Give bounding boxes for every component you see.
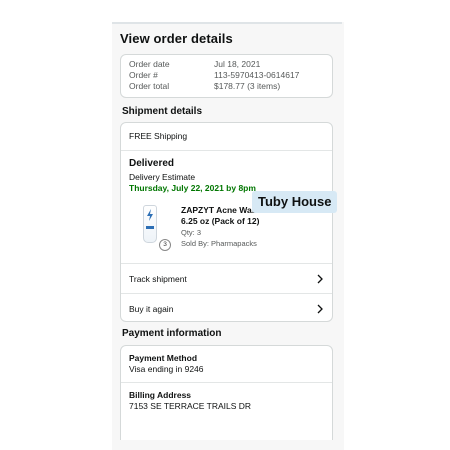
billing-address-row: Billing Address 7153 SE TERRACE TRAILS D… xyxy=(121,383,332,423)
lightning-bolt-icon xyxy=(147,209,153,221)
order-date-row: Order date Jul 18, 2021 xyxy=(129,59,324,70)
product-tube-graphic xyxy=(143,205,157,243)
bottom-edge xyxy=(112,440,344,450)
product-seller: Sold By: Pharmapacks xyxy=(181,239,257,248)
shipment-section-title: Shipment details xyxy=(122,106,203,117)
payment-card: Payment Method Visa ending in 9246 Billi… xyxy=(120,345,333,450)
track-shipment-label: Track shipment xyxy=(129,273,187,284)
chevron-right-icon xyxy=(317,274,323,283)
delivery-status: Delivered xyxy=(129,158,175,169)
order-number-value: 113-5970413-0614617 xyxy=(214,70,300,80)
order-date-label: Order date xyxy=(129,59,170,69)
product-quantity: Qty: 3 xyxy=(181,228,202,237)
quantity-badge: 3 xyxy=(159,239,171,251)
buy-again-label: Buy it again xyxy=(129,304,174,314)
payment-method-value: Visa ending in 9246 xyxy=(129,364,204,374)
buy-again-row[interactable]: Buy it again xyxy=(121,294,332,324)
payment-method-label: Payment Method xyxy=(129,353,198,363)
order-total-row: Order total $178.77 (3 items) xyxy=(129,81,324,92)
shipping-type: FREE Shipping xyxy=(121,123,332,151)
order-date-value: Jul 18, 2021 xyxy=(214,59,261,69)
product-image[interactable]: 3 xyxy=(139,203,171,251)
payment-method-row: Payment Method Visa ending in 9246 xyxy=(121,346,332,383)
order-summary-card: Order date Jul 18, 2021 Order # 113-5970… xyxy=(120,54,333,98)
chevron-right-icon xyxy=(317,304,323,314)
product-label-stripe xyxy=(146,226,154,229)
page-title: View order details xyxy=(120,31,233,46)
delivery-estimate-label: Delivery Estimate xyxy=(129,172,196,182)
overlay-text-label: Tuby House xyxy=(252,191,338,213)
order-total-value: $178.77 (3 items) xyxy=(214,81,281,91)
billing-address-label: Billing Address xyxy=(129,390,192,400)
payment-section-title: Payment information xyxy=(122,328,222,339)
shipment-card: FREE Shipping Delivered Delivery Estimat… xyxy=(120,122,333,322)
order-number-label: Order # xyxy=(129,70,158,80)
order-total-label: Order total xyxy=(129,81,170,91)
order-number-row: Order # 113-5970413-0614617 xyxy=(129,70,324,81)
billing-address-value: 7153 SE TERRACE TRAILS DR xyxy=(129,401,252,411)
top-divider xyxy=(112,22,342,24)
product-name-line2[interactable]: 6.25 oz (Pack of 12) xyxy=(181,216,331,227)
track-shipment-row[interactable]: Track shipment xyxy=(121,264,332,294)
